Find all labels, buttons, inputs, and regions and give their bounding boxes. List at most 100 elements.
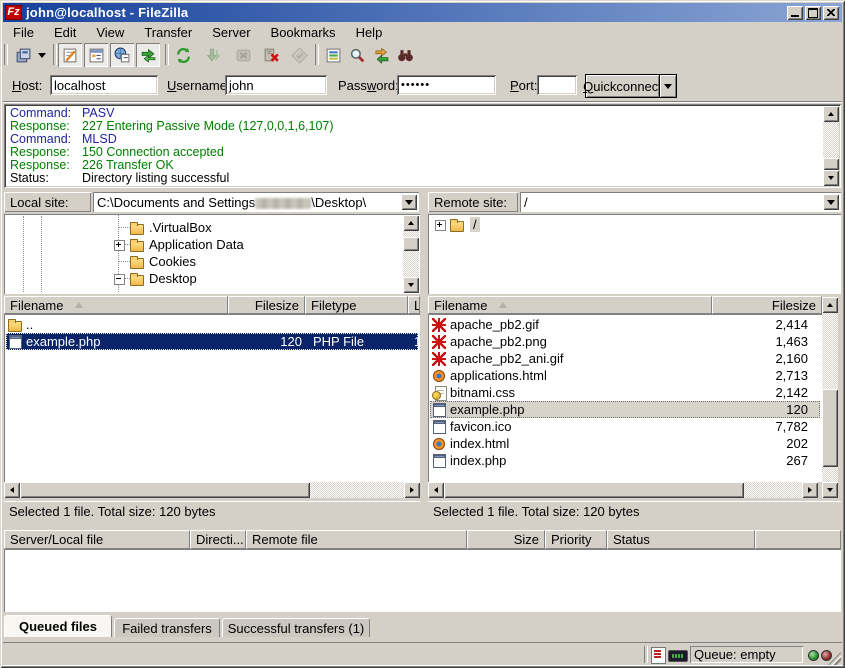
file-row[interactable]: example.php 120 (430, 401, 820, 418)
file-row[interactable]: .. (6, 316, 418, 333)
remote-directory-tree: / (428, 214, 841, 294)
scroll-up-button[interactable] (822, 297, 838, 313)
local-header-filesize[interactable]: Filesize (228, 296, 305, 314)
toggle-message-log-button[interactable] (58, 43, 82, 67)
filename-filters-button[interactable] (321, 43, 345, 67)
remote-site-combobox[interactable]: / (520, 192, 841, 212)
menu-edit[interactable]: Edit (44, 24, 86, 41)
scroll-down-button[interactable] (823, 170, 839, 186)
file-row[interactable]: favicon.ico 7,782 (430, 418, 820, 435)
toggle-transfer-queue-button[interactable] (136, 43, 160, 67)
panel-splitter[interactable] (421, 192, 427, 522)
menu-transfer[interactable]: Transfer (134, 24, 202, 41)
scroll-left-button[interactable] (4, 482, 20, 498)
scroll-right-button[interactable] (404, 482, 420, 498)
site-manager-button[interactable] (11, 43, 35, 67)
tree-item-root[interactable]: / (450, 216, 480, 233)
scroll-down-button[interactable] (822, 482, 838, 498)
quickconnect-button[interactable]: Quickconnect (585, 74, 660, 98)
local-site-combobox[interactable]: C:\Documents and Settings\Desktop\ (93, 192, 419, 212)
remote-header-filename[interactable]: Filename (428, 296, 712, 314)
tree-item-desktop[interactable]: Desktop (130, 270, 197, 287)
scroll-thumb[interactable] (20, 482, 310, 498)
local-header-modified[interactable]: L (408, 296, 420, 314)
queue-icon (140, 47, 157, 64)
menu-bookmarks[interactable]: Bookmarks (261, 24, 346, 41)
tree-item-virtualbox[interactable]: .VirtualBox (130, 219, 212, 236)
file-row[interactable]: index.php 267 (430, 452, 820, 469)
scroll-up-button[interactable] (403, 215, 419, 231)
folder-icon (130, 238, 145, 252)
file-row[interactable]: example.php 120 PHP File 1 (6, 333, 418, 350)
remote-header-filesize[interactable]: Filesize (712, 296, 822, 314)
local-site-label: Local site: (4, 192, 91, 212)
port-input[interactable] (537, 75, 577, 95)
minimize-button[interactable] (787, 6, 803, 20)
expand-minus-icon[interactable] (114, 274, 125, 285)
file-row[interactable]: bitnami.css 2,142 (430, 384, 820, 401)
scroll-thumb[interactable] (403, 237, 419, 251)
encryption-status-icon[interactable] (651, 647, 666, 664)
tree-item-application-data[interactable]: Application Data (130, 236, 244, 253)
queue-header-priority[interactable]: Priority (545, 530, 607, 549)
username-input[interactable]: john (225, 75, 327, 95)
local-h-scrollbar[interactable] (4, 482, 420, 498)
host-input[interactable]: localhost (50, 75, 158, 95)
file-row[interactable]: index.html 202 (430, 435, 820, 452)
menu-file[interactable]: File (3, 24, 44, 41)
queue-header-status[interactable]: Status (607, 530, 755, 549)
remote-selection-status: Selected 1 file. Total size: 120 bytes (428, 501, 841, 521)
disconnect-icon (263, 47, 280, 64)
remote-h-scrollbar[interactable] (428, 482, 818, 498)
menu-server[interactable]: Server (202, 24, 260, 41)
disconnect-button[interactable] (259, 43, 283, 67)
quickconnect-dropdown-button[interactable] (659, 74, 677, 98)
password-input[interactable]: •••••• (397, 75, 496, 95)
combo-dropdown-button[interactable] (401, 194, 417, 210)
log-scrollbar[interactable] (823, 106, 839, 186)
cancel-operation-button[interactable] (231, 43, 255, 67)
scroll-left-button[interactable] (428, 482, 444, 498)
queue-header-size[interactable]: Size (467, 530, 545, 549)
menu-help[interactable]: Help (346, 24, 393, 41)
close-button[interactable] (823, 6, 839, 20)
file-row[interactable]: applications.html 2,713 (430, 367, 820, 384)
find-files-button[interactable] (393, 43, 417, 67)
tab-successful-transfers[interactable]: Successful transfers (1) (222, 618, 370, 637)
scroll-up-button[interactable] (823, 106, 839, 122)
toggle-remote-tree-button[interactable] (110, 43, 134, 67)
menu-bar: File Edit View Transfer Server Bookmarks… (3, 23, 842, 42)
remote-v-scrollbar[interactable] (822, 297, 838, 498)
local-header-filetype[interactable]: Filetype (305, 296, 408, 314)
speed-limit-icon[interactable] (668, 650, 688, 662)
local-header-filename[interactable]: Filename (4, 296, 228, 314)
queue-header-direction[interactable]: Directi... (190, 530, 246, 549)
scroll-right-button[interactable] (802, 482, 818, 498)
scroll-thumb[interactable] (822, 389, 838, 467)
site-manager-dropdown-button[interactable] (35, 43, 48, 67)
expand-plus-icon[interactable] (435, 220, 446, 231)
scroll-thumb[interactable] (823, 158, 839, 170)
process-queue-button[interactable] (201, 43, 225, 67)
tab-queued-files[interactable]: Queued files (4, 615, 112, 637)
expand-plus-icon[interactable] (114, 240, 125, 251)
maximize-button[interactable] (805, 6, 821, 20)
menu-view[interactable]: View (86, 24, 134, 41)
toggle-local-tree-button[interactable] (84, 43, 108, 67)
scroll-thumb[interactable] (444, 482, 744, 498)
file-row[interactable]: apache_pb2.gif 2,414 (430, 316, 820, 333)
scroll-down-button[interactable] (403, 277, 419, 293)
queue-list-area (4, 549, 841, 612)
abort-button[interactable] (287, 43, 311, 67)
local-tree-scrollbar[interactable] (403, 215, 419, 293)
file-row[interactable]: apache_pb2_ani.gif 2,160 (430, 350, 820, 367)
queue-header-remote-file[interactable]: Remote file (246, 530, 467, 549)
refresh-button[interactable] (171, 43, 195, 67)
queue-header-server-local-file[interactable]: Server/Local file (4, 530, 190, 549)
directory-comparison-button[interactable] (345, 43, 369, 67)
combo-dropdown-button[interactable] (823, 194, 839, 210)
tab-failed-transfers[interactable]: Failed transfers (114, 618, 220, 637)
synchronized-browsing-button[interactable] (369, 43, 393, 67)
tree-item-cookies[interactable]: Cookies (130, 253, 196, 270)
file-row[interactable]: apache_pb2.png 1,463 (430, 333, 820, 350)
